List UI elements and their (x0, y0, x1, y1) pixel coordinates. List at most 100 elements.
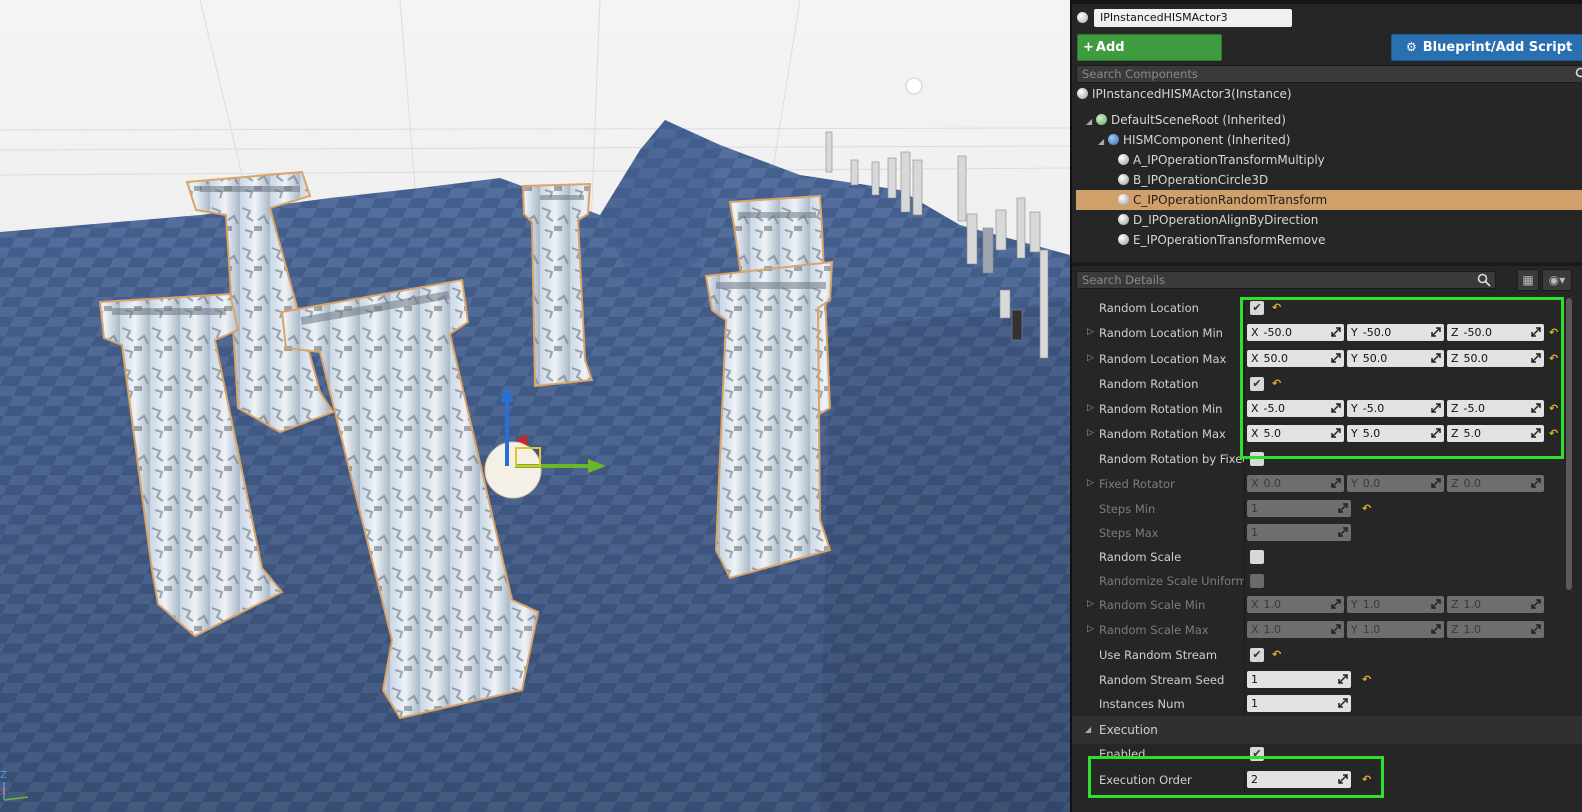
drag-arrows-icon (1431, 478, 1441, 488)
vector-value: 0.0 (1263, 477, 1282, 490)
instance-row[interactable]: IPInstancedHISMActor3(Instance) (1072, 84, 1582, 104)
vector-y-input[interactable]: Y 0.0 (1347, 475, 1444, 492)
vector-y-input[interactable]: Y -50.0 (1347, 324, 1444, 341)
search-details-input[interactable]: Search Details (1076, 271, 1496, 289)
number-input[interactable]: 1 (1247, 500, 1351, 517)
reset-to-default-icon[interactable]: ↶ (1549, 402, 1558, 415)
panel-splitter[interactable] (1072, 262, 1582, 266)
reset-to-default-icon[interactable]: ↶ (1362, 502, 1371, 515)
expand-arrow-icon[interactable]: ▷ (1087, 403, 1094, 413)
reset-to-default-icon[interactable]: ↶ (1272, 377, 1281, 390)
expand-arrow-icon[interactable]: ▷ (1087, 599, 1094, 609)
instance-label: IPInstancedHISMActor3(Instance) (1092, 87, 1292, 101)
vector-y-input[interactable]: Y -5.0 (1347, 400, 1444, 417)
column-divider (1244, 569, 1245, 594)
vector-value: 1.0 (1463, 623, 1482, 636)
vector-z-input[interactable]: Z -5.0 (1447, 400, 1544, 417)
eye-icon[interactable]: ◉▾ (1542, 269, 1572, 291)
drag-arrows-icon (1431, 327, 1441, 337)
drag-arrows-icon (1331, 478, 1341, 488)
expand-arrow-icon[interactable]: ▷ (1087, 327, 1094, 337)
level-viewport[interactable]: Z X (0, 0, 1070, 812)
tree-item-b-operation[interactable]: B_IPOperationCircle3D (1072, 170, 1582, 190)
property-checkbox[interactable]: ✔ (1250, 648, 1264, 662)
column-divider (1244, 372, 1245, 397)
vector-x-input[interactable]: X 50.0 (1247, 350, 1344, 367)
collapse-arrow-icon: ◢ (1098, 137, 1105, 146)
tree-item-hism-component[interactable]: ◢ HISMComponent (Inherited) (1072, 130, 1582, 150)
prop-execution-order: Execution Order 2 ↶ (1072, 768, 1582, 793)
reset-to-default-icon[interactable]: ↶ (1362, 673, 1371, 686)
drag-arrows-icon (1431, 624, 1441, 634)
hism-component-icon (1108, 134, 1119, 145)
vector-z-input[interactable]: Z 1.0 (1447, 596, 1544, 613)
expand-arrow-icon[interactable]: ▷ (1087, 428, 1094, 438)
vector-x-input[interactable]: X 1.0 (1247, 621, 1344, 638)
execution-order-input[interactable]: 2 (1247, 771, 1351, 788)
tree-item-label: C_IPOperationRandomTransform (1133, 193, 1328, 207)
axis-label: Y (1351, 352, 1358, 365)
reset-to-default-icon[interactable]: ↶ (1549, 427, 1558, 440)
axis-label: Y (1351, 477, 1358, 490)
vector-y-input[interactable]: Y 50.0 (1347, 350, 1444, 367)
drag-arrows-icon (1331, 624, 1341, 634)
tree-item-e-operation[interactable]: E_IPOperationTransformRemove (1072, 230, 1582, 250)
actor-name-field[interactable]: IPInstancedHISMActor3 (1094, 9, 1292, 27)
property-checkbox[interactable] (1250, 452, 1264, 466)
prop-row: Instances Num 1 (1072, 692, 1582, 717)
property-checkbox[interactable] (1250, 550, 1264, 564)
reset-to-default-icon[interactable]: ↶ (1272, 301, 1281, 314)
reset-to-default-icon[interactable]: ↶ (1272, 648, 1281, 661)
category-execution[interactable]: ◢ Execution (1072, 716, 1582, 744)
reset-to-default-icon[interactable]: ↶ (1549, 326, 1558, 339)
number-input[interactable]: 1 (1247, 695, 1351, 712)
axis-label: X (1251, 598, 1259, 611)
vector-z-input[interactable]: Z 5.0 (1447, 425, 1544, 442)
vector-z-input[interactable]: Z 0.0 (1447, 475, 1544, 492)
property-checkbox[interactable]: ✔ (1250, 301, 1264, 315)
execution-order-value: 2 (1251, 773, 1258, 786)
reset-to-default-icon[interactable]: ↶ (1549, 352, 1558, 365)
add-component-button[interactable]: +Add Component▼ (1077, 34, 1222, 80)
axis-label: X (1251, 352, 1259, 365)
prop-row: ▷ Random Rotation Max X 5.0 Y 5.0 Z 5.0 ↶ (1072, 422, 1582, 447)
prop-label: Random Location (1099, 301, 1199, 315)
drag-arrows-icon (1338, 527, 1348, 537)
vector-y-input[interactable]: Y 1.0 (1347, 621, 1444, 638)
plus-icon: + (1083, 40, 1094, 55)
viewport-scene[interactable]: Z X (0, 0, 1070, 812)
tree-item-c-operation-selected[interactable]: C_IPOperationRandomTransform (1076, 190, 1582, 210)
vector-x-input[interactable]: X -5.0 (1247, 400, 1344, 417)
details-scrollbar[interactable] (1566, 298, 1572, 590)
property-matrix-icon[interactable]: ▦ (1517, 269, 1539, 291)
expand-arrow-icon[interactable]: ▷ (1087, 478, 1094, 488)
tree-item-a-operation[interactable]: A_IPOperationTransformMultiply (1072, 150, 1582, 170)
expand-arrow-icon[interactable]: ▷ (1087, 353, 1094, 363)
search-components-input[interactable]: Search Components (1076, 65, 1582, 83)
vector-value: -5.0 (1263, 402, 1286, 415)
vector-z-input[interactable]: Z 50.0 (1447, 350, 1544, 367)
blueprint-add-script-button[interactable]: ⚙ Blueprint/Add Script (1391, 34, 1582, 61)
property-checkbox[interactable]: ✔ (1250, 377, 1264, 391)
vector-y-input[interactable]: Y 5.0 (1347, 425, 1444, 442)
vector-x-input[interactable]: X 5.0 (1247, 425, 1344, 442)
tree-item-d-operation[interactable]: D_IPOperationAlignByDirection (1072, 210, 1582, 230)
vector-x-input[interactable]: X 1.0 (1247, 596, 1344, 613)
operation-component-icon (1118, 194, 1129, 205)
actor-name-row: IPInstancedHISMActor3 (1072, 6, 1582, 30)
vector-x-input[interactable]: X 0.0 (1247, 475, 1344, 492)
expand-arrow-icon[interactable]: ▷ (1087, 624, 1094, 634)
vector-z-input[interactable]: Z 1.0 (1447, 621, 1544, 638)
tree-item-default-scene-root[interactable]: ◢ DefaultSceneRoot (Inherited) (1072, 110, 1582, 130)
reset-to-default-icon[interactable]: ↶ (1362, 773, 1371, 786)
property-checkbox[interactable] (1250, 574, 1264, 588)
vector-x-input[interactable]: X -50.0 (1247, 324, 1344, 341)
vector-y-input[interactable]: Y 1.0 (1347, 596, 1444, 613)
number-input[interactable]: 1 (1247, 524, 1351, 541)
column-divider (1244, 296, 1245, 321)
prop-row: Use Random Stream ✔ ↶ (1072, 643, 1582, 668)
enabled-checkbox[interactable]: ✔ (1250, 747, 1264, 761)
number-input[interactable]: 1 (1247, 671, 1351, 688)
drag-arrows-icon (1531, 624, 1541, 634)
vector-z-input[interactable]: Z -50.0 (1447, 324, 1544, 341)
